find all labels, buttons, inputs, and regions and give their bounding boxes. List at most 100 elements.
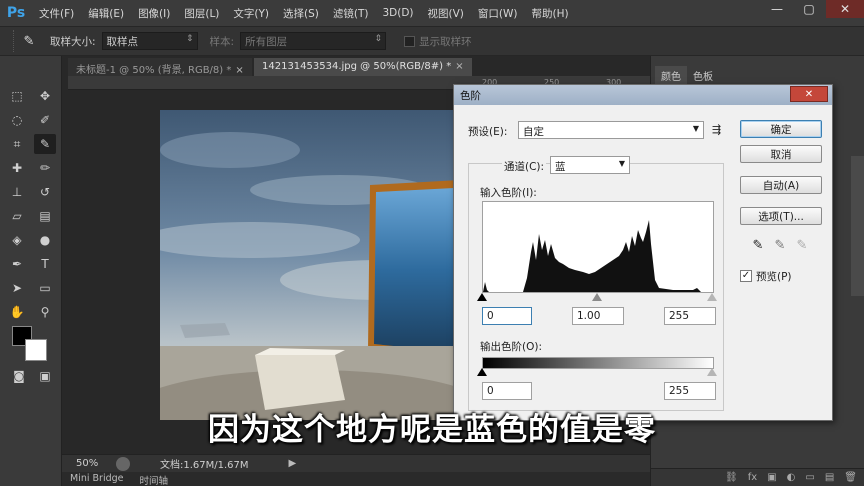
cancel-button[interactable]: 取消 <box>740 145 822 163</box>
preview-checkbox[interactable]: ✓ <box>740 270 752 282</box>
menu-help[interactable]: 帮助(H) <box>525 6 576 21</box>
tab-swatches[interactable]: 色板 <box>687 66 719 85</box>
link-layers-icon[interactable]: ⛓ <box>725 472 738 483</box>
minimize-button[interactable]: — <box>762 0 792 18</box>
auto-button[interactable]: 自动(A) <box>740 176 822 194</box>
photoshop-logo: Ps <box>6 5 26 21</box>
adjustment-layer-icon[interactable]: ◐ <box>787 472 796 483</box>
dialog-titlebar[interactable]: 色阶 ✕ <box>454 85 832 105</box>
path-select-tool-icon[interactable]: ➤ <box>6 278 28 298</box>
options-grip[interactable] <box>4 30 14 52</box>
menu-select[interactable]: 选择(S) <box>276 6 326 21</box>
healing-brush-tool-icon[interactable]: ✚ <box>6 158 28 178</box>
new-layer-icon[interactable]: ▤ <box>825 472 834 483</box>
black-point-eyedropper-icon[interactable]: ✎ <box>750 237 766 253</box>
new-group-icon[interactable]: ▭ <box>805 472 814 483</box>
input-gamma-field[interactable]: 1.00 <box>572 307 624 325</box>
input-black-field[interactable]: 0 <box>482 307 532 325</box>
menu-filter[interactable]: 滤镜(T) <box>326 6 376 21</box>
show-ring-checkbox[interactable] <box>404 35 416 47</box>
menu-3d[interactable]: 3D(D) <box>375 7 420 19</box>
preset-options-icon[interactable]: ⇶ <box>712 123 721 136</box>
brush-tool-icon[interactable]: ✏ <box>34 158 56 178</box>
tab-timeline[interactable]: 时间轴 <box>131 472 176 486</box>
output-white-field[interactable]: 255 <box>664 382 716 400</box>
video-subtitle: 因为这个地方呢是蓝色的值是零 <box>208 412 656 448</box>
close-tab-icon[interactable]: × <box>455 61 463 72</box>
input-levels-label: 输入色阶(I): <box>480 187 537 199</box>
zoom-level[interactable]: 50% <box>76 458 116 469</box>
zoom-tool-icon[interactable]: ⚲ <box>34 302 56 322</box>
dodge-tool-icon[interactable]: ● <box>34 230 56 250</box>
type-tool-icon[interactable]: T <box>34 254 56 274</box>
sample-size-value: 取样点 <box>106 36 139 48</box>
input-levels-slider[interactable] <box>477 291 717 303</box>
document-tab-label: 142131453534.jpg @ 50%(RGB/8#) * <box>262 61 452 72</box>
panel-collapse-strip[interactable] <box>851 156 864 296</box>
tab-mini-bridge[interactable]: Mini Bridge <box>62 472 131 486</box>
dialog-close-button[interactable]: ✕ <box>790 86 828 102</box>
tab-color[interactable]: 颜色 <box>655 66 687 85</box>
quick-mask-icon[interactable]: ◙ <box>8 366 30 386</box>
menu-edit[interactable]: 编辑(E) <box>81 6 131 21</box>
dialog-title: 色阶 <box>460 89 481 102</box>
gradient-tool-icon[interactable]: ▤ <box>34 206 56 226</box>
hand-tool-icon[interactable]: ✋ <box>6 302 28 322</box>
close-window-button[interactable]: ✕ <box>826 0 864 18</box>
menu-type[interactable]: 文字(Y) <box>226 6 276 21</box>
input-gamma-handle[interactable] <box>592 293 602 301</box>
eyedropper-tool-icon[interactable]: ✎ <box>34 134 56 154</box>
delete-layer-icon[interactable]: 🗑 <box>844 472 857 483</box>
layer-style-icon[interactable]: fx <box>748 472 757 483</box>
menu-file[interactable]: 文件(F) <box>32 6 81 21</box>
show-ring-option[interactable]: 显示取样环 <box>404 34 472 49</box>
screen-mode-icon[interactable]: ▣ <box>34 366 56 386</box>
levels-dialog: 色阶 ✕ 预设(E): 自定 ▼ ⇶ 通道(C): 蓝 ▼ 输入色阶(I): 0… <box>453 84 833 421</box>
options-button[interactable]: 选项(T)... <box>740 207 822 225</box>
channel-select[interactable]: 蓝 ▼ <box>550 156 630 174</box>
background-color-swatch[interactable] <box>25 339 47 361</box>
move-tool-icon[interactable]: ✥ <box>34 86 56 106</box>
sample-select[interactable]: 所有图层 <box>240 32 387 50</box>
menu-view[interactable]: 视图(V) <box>421 6 471 21</box>
menu-layer[interactable]: 图层(L) <box>177 6 226 21</box>
sample-size-select[interactable]: 取样点 <box>101 32 198 50</box>
status-icon[interactable] <box>116 456 130 471</box>
blur-tool-icon[interactable]: ◈ <box>6 230 28 250</box>
output-white-handle[interactable] <box>707 368 717 376</box>
output-black-handle[interactable] <box>477 368 487 376</box>
lasso-tool-icon[interactable]: ◌ <box>6 110 28 130</box>
eraser-tool-icon[interactable]: ▱ <box>6 206 28 226</box>
ok-button[interactable]: 确定 <box>740 120 822 138</box>
close-tab-icon[interactable]: × <box>235 65 243 76</box>
white-point-eyedropper-icon[interactable]: ✎ <box>794 237 810 253</box>
output-black-field[interactable]: 0 <box>482 382 532 400</box>
clone-stamp-tool-icon[interactable]: ⊥ <box>6 182 28 202</box>
output-levels-slider[interactable] <box>477 366 717 378</box>
menu-image[interactable]: 图像(I) <box>131 6 177 21</box>
layer-mask-icon[interactable]: ▣ <box>767 472 776 483</box>
eyedropper-tool-icon[interactable]: ✎ <box>14 30 44 52</box>
options-bar: ✎ 取样大小: 取样点 样本: 所有图层 显示取样环 <box>0 26 864 56</box>
input-white-handle[interactable] <box>707 293 717 301</box>
channel-value: 蓝 <box>555 161 566 173</box>
canvas-image <box>160 110 460 420</box>
crop-tool-icon[interactable]: ⌗ <box>6 134 28 154</box>
status-menu-arrow-icon[interactable]: ▶ <box>289 458 297 469</box>
preset-value: 自定 <box>523 126 544 138</box>
document-tab-untitled[interactable]: 未标题-1 @ 50% (背景, RGB/8) * × <box>68 58 252 76</box>
history-brush-tool-icon[interactable]: ↺ <box>34 182 56 202</box>
shape-tool-icon[interactable]: ▭ <box>34 278 56 298</box>
input-white-field[interactable]: 255 <box>664 307 716 325</box>
menu-window[interactable]: 窗口(W) <box>471 6 525 21</box>
gray-point-eyedropper-icon[interactable]: ✎ <box>772 237 788 253</box>
quick-select-tool-icon[interactable]: ✐ <box>34 110 56 130</box>
maximize-button[interactable]: ▢ <box>794 0 824 18</box>
document-size: 文档:1.67M/1.67M <box>160 460 249 471</box>
marquee-tool-icon[interactable]: ⬚ <box>6 86 28 106</box>
pen-tool-icon[interactable]: ✒ <box>6 254 28 274</box>
image-canvas[interactable] <box>160 110 460 420</box>
document-tab-jpg[interactable]: 142131453534.jpg @ 50%(RGB/8#) * × <box>254 58 472 76</box>
preset-select[interactable]: 自定 ▼ <box>518 121 704 139</box>
input-black-handle[interactable] <box>477 293 487 301</box>
